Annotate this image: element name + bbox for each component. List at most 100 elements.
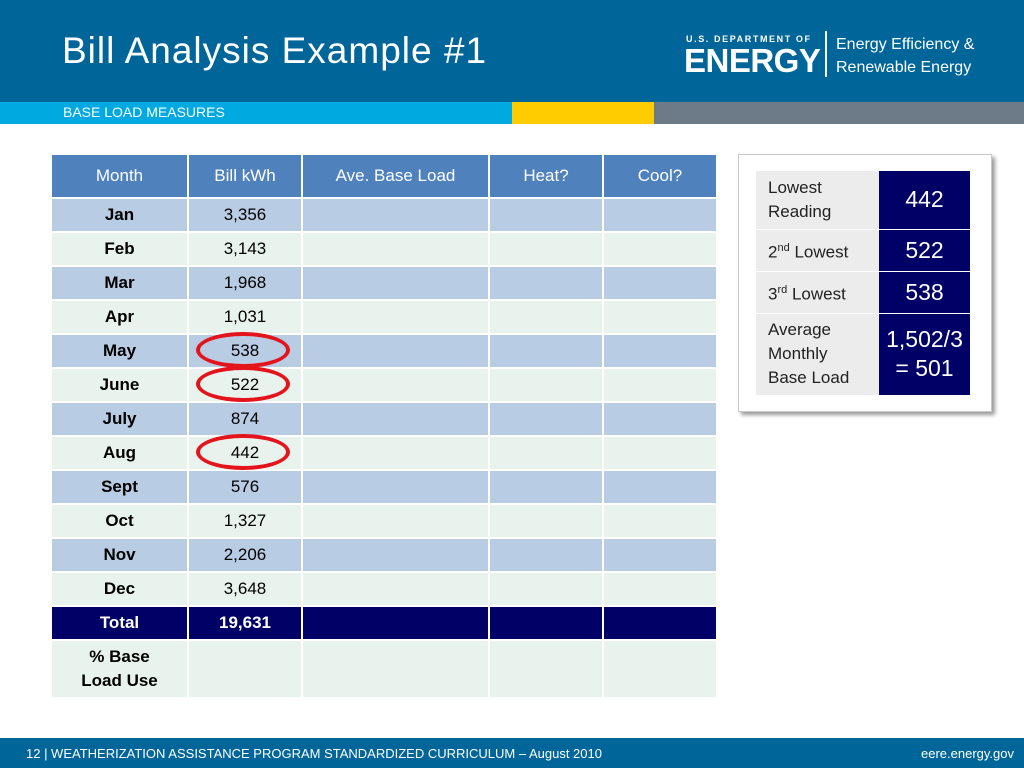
logo-divider bbox=[825, 31, 827, 77]
summary-row-second: 2nd Lowest 522 bbox=[756, 229, 970, 272]
eere-logo-text: Energy Efficiency & Renewable Energy bbox=[836, 33, 974, 79]
percent-heat-cell bbox=[488, 639, 604, 699]
month-cell: Oct bbox=[50, 503, 189, 539]
cool-cell bbox=[602, 503, 718, 539]
accent-bar-yellow bbox=[512, 102, 654, 124]
third-lowest-label: 3rd Lowest bbox=[756, 271, 879, 314]
third-lowest-value: 538 bbox=[879, 271, 970, 314]
highlight-circle-aug bbox=[196, 434, 290, 470]
average-label-line-2: Monthly bbox=[768, 344, 828, 363]
base-load-cell bbox=[301, 367, 490, 403]
header-cool: Cool? bbox=[602, 153, 718, 199]
heat-cell bbox=[488, 197, 604, 233]
kwh-cell: 874 bbox=[187, 401, 303, 437]
average-value-line-2: = 501 bbox=[895, 355, 954, 381]
kwh-cell: 1,327 bbox=[187, 503, 303, 539]
kwh-cell: 576 bbox=[187, 469, 303, 505]
heat-cell bbox=[488, 299, 604, 335]
month-cell: May bbox=[50, 333, 189, 369]
kwh-cell: 3,648 bbox=[187, 571, 303, 607]
second-lowest-sup: nd bbox=[777, 241, 790, 254]
heat-cell bbox=[488, 265, 604, 301]
month-cell: Mar bbox=[50, 265, 189, 301]
table-row: Dec 3,648 bbox=[50, 571, 718, 607]
third-lowest-text: Lowest bbox=[787, 284, 846, 304]
heat-cell bbox=[488, 231, 604, 267]
cool-cell bbox=[602, 435, 718, 471]
heat-cell bbox=[488, 503, 604, 539]
total-value: 19,631 bbox=[187, 605, 303, 641]
table-row: Nov 2,206 bbox=[50, 537, 718, 573]
table-row: Apr 1,031 bbox=[50, 299, 718, 335]
eere-line-1: Energy Efficiency & bbox=[836, 36, 975, 53]
percent-base-load-label: % Base Load Use bbox=[50, 639, 189, 699]
cool-cell bbox=[602, 197, 718, 233]
kwh-cell: 3,356 bbox=[187, 197, 303, 233]
cool-cell bbox=[602, 401, 718, 437]
heat-cell bbox=[488, 469, 604, 505]
footer-caption: 12 | WEATHERIZATION ASSISTANCE PROGRAM S… bbox=[26, 746, 602, 761]
cool-cell bbox=[602, 571, 718, 607]
table-row: May 538 bbox=[50, 333, 718, 369]
heat-cell bbox=[488, 435, 604, 471]
base-load-cell bbox=[301, 299, 490, 335]
table-row: July 874 bbox=[50, 401, 718, 437]
highlight-circle-may bbox=[196, 332, 290, 368]
percent-kwh-cell bbox=[187, 639, 303, 699]
month-cell: Sept bbox=[50, 469, 189, 505]
second-lowest-text: Lowest bbox=[789, 242, 849, 262]
eere-line-2: Renewable Energy bbox=[836, 59, 972, 76]
month-cell: Apr bbox=[50, 299, 189, 335]
heat-cell bbox=[488, 401, 604, 437]
cool-cell bbox=[602, 265, 718, 301]
percent-label-line-2: Load Use bbox=[81, 671, 158, 690]
table-row: Aug 442 bbox=[50, 435, 718, 471]
kwh-cell: 1,968 bbox=[187, 265, 303, 301]
month-cell: Nov bbox=[50, 537, 189, 573]
month-cell: Jan bbox=[50, 197, 189, 233]
base-load-cell bbox=[301, 571, 490, 607]
base-load-cell bbox=[301, 469, 490, 505]
table-row: Sept 576 bbox=[50, 469, 718, 505]
summary-row-third: 3rd Lowest 538 bbox=[756, 271, 970, 314]
percent-cool-cell bbox=[602, 639, 718, 699]
lowest-label-line-2: Reading bbox=[768, 201, 832, 221]
cool-cell bbox=[602, 469, 718, 505]
average-value-line-1: 1,502/3 bbox=[886, 326, 963, 352]
heat-cell bbox=[488, 367, 604, 403]
header-month: Month bbox=[50, 153, 189, 199]
second-lowest-value: 522 bbox=[879, 229, 970, 272]
accent-bar-gray bbox=[654, 102, 1024, 124]
table-row: Jan 3,356 bbox=[50, 197, 718, 233]
bill-analysis-table: Month Bill kWh Ave. Base Load Heat? Cool… bbox=[50, 153, 718, 699]
total-base-cell bbox=[301, 605, 490, 641]
base-load-cell bbox=[301, 401, 490, 437]
cool-cell bbox=[602, 537, 718, 573]
section-subtitle: BASE LOAD MEASURES bbox=[63, 104, 225, 120]
total-cool-cell bbox=[602, 605, 718, 641]
month-cell: Aug bbox=[50, 435, 189, 471]
header-heat: Heat? bbox=[488, 153, 604, 199]
lowest-reading-value: 442 bbox=[879, 171, 970, 230]
base-load-cell bbox=[301, 435, 490, 471]
third-lowest-sup: rd bbox=[777, 283, 788, 296]
base-load-cell bbox=[301, 197, 490, 233]
base-load-cell bbox=[301, 503, 490, 539]
month-cell: June bbox=[50, 367, 189, 403]
summary-row-lowest: Lowest Reading 442 bbox=[756, 171, 970, 230]
percent-label-line-1: % Base bbox=[89, 647, 150, 666]
lowest-reading-label: Lowest Reading bbox=[756, 171, 879, 230]
month-cell: July bbox=[50, 401, 189, 437]
kwh-cell: 2,206 bbox=[187, 537, 303, 573]
header-ave-base-load: Ave. Base Load bbox=[301, 153, 490, 199]
highlight-circle-june bbox=[196, 366, 290, 402]
average-base-load-value: 1,502/3 = 501 bbox=[879, 313, 970, 396]
doe-logo: ENERGY bbox=[684, 42, 821, 79]
percent-base-load-row: % Base Load Use bbox=[50, 639, 718, 699]
cool-cell bbox=[602, 299, 718, 335]
summary-row-average: Average Monthly Base Load 1,502/3 = 501 bbox=[756, 313, 970, 396]
kwh-cell: 3,143 bbox=[187, 231, 303, 267]
total-row: Total 19,631 bbox=[50, 605, 718, 641]
base-load-cell bbox=[301, 231, 490, 267]
month-cell: Feb bbox=[50, 231, 189, 267]
